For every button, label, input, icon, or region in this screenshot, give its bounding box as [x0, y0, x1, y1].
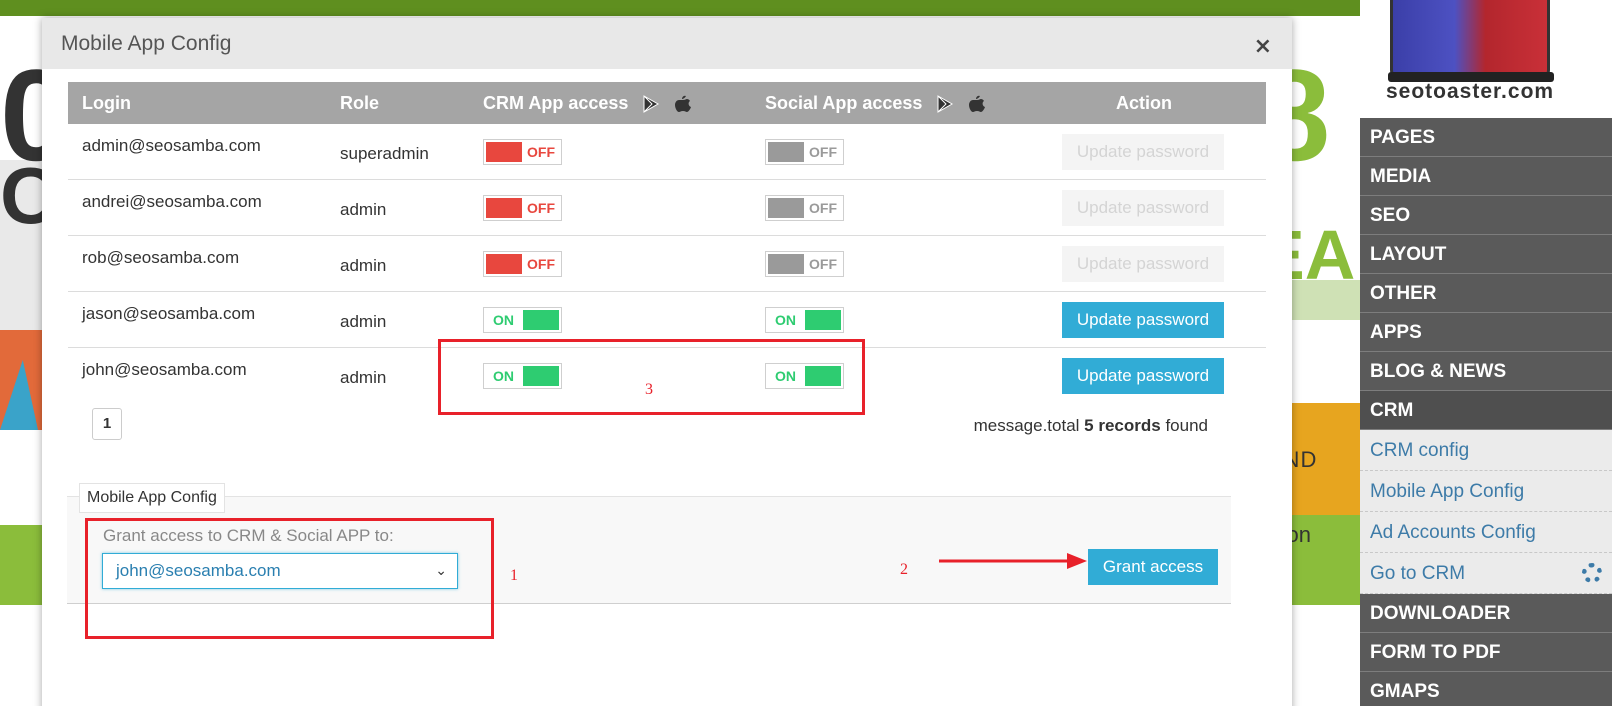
records-count: message.total 5 records found — [974, 416, 1208, 436]
user-login: john@seosamba.com — [82, 360, 247, 379]
social-access-toggle[interactable]: OFF — [765, 139, 844, 165]
toggle-state-label: ON — [775, 312, 796, 328]
sidebar-item-media[interactable]: MEDIA — [1360, 157, 1612, 196]
update-password-button[interactable]: Update password — [1062, 246, 1224, 282]
toggle-knob — [486, 142, 522, 162]
sidebar-item-other[interactable]: OTHER — [1360, 274, 1612, 313]
toggle-state-label: OFF — [527, 256, 555, 272]
toaster-logo-icon — [1390, 0, 1550, 80]
user-login: rob@seosamba.com — [82, 248, 240, 267]
go-to-crm-label: Go to CRM — [1370, 563, 1466, 584]
sidebar-item-seo[interactable]: SEO — [1360, 196, 1612, 235]
update-password-button[interactable]: Update password — [1062, 302, 1224, 338]
update-password-button[interactable]: Update password — [1062, 358, 1224, 394]
column-header-role: Role — [340, 93, 380, 113]
crm-access-toggle[interactable]: OFF — [483, 139, 562, 165]
sidebar-item-crm[interactable]: CRM — [1360, 391, 1612, 430]
user-login: admin@seosamba.com — [82, 136, 261, 155]
toggle-state-label: OFF — [809, 256, 837, 272]
gear-icon — [1582, 563, 1602, 583]
toggle-state-label: ON — [493, 312, 514, 328]
table-row: rob@seosamba.com admin OFF OFF Update pa… — [68, 236, 1266, 292]
sidebar-item-blog-news[interactable]: BLOG & NEWS — [1360, 352, 1612, 391]
fieldset-legend: Mobile App Config — [79, 483, 225, 513]
user-login: andrei@seosamba.com — [82, 192, 262, 211]
sidebar-item-apps[interactable]: APPS — [1360, 313, 1612, 352]
user-role: admin — [340, 368, 387, 387]
sidebar-item-layout[interactable]: LAYOUT — [1360, 235, 1612, 274]
annotation-box-3 — [438, 339, 865, 415]
toggle-state-label: OFF — [809, 144, 837, 160]
social-access-toggle[interactable]: OFF — [765, 251, 844, 277]
apple-icon — [675, 95, 692, 113]
logo-text: seotoaster.com — [1386, 80, 1555, 103]
user-login: jason@seosamba.com — [82, 304, 256, 323]
column-header-social-label: Social App access — [765, 93, 923, 113]
column-header-login: Login — [82, 93, 131, 113]
google-play-icon — [643, 95, 660, 114]
logo-area: seotoaster.com — [1360, 0, 1612, 118]
toggle-knob — [486, 254, 522, 274]
sidebar-subitem-crm-config[interactable]: CRM config — [1360, 430, 1612, 471]
toggle-state-label: OFF — [809, 200, 837, 216]
admin-sidebar: seotoaster.com PAGES MEDIA SEO LAYOUT OT… — [1360, 0, 1612, 706]
records-suffix: found — [1165, 416, 1208, 435]
toggle-knob — [768, 142, 804, 162]
annotation-number-1: 1 — [510, 567, 518, 584]
toggle-knob — [805, 310, 841, 330]
toggle-state-label: OFF — [527, 144, 555, 160]
user-role: admin — [340, 312, 387, 331]
annotation-box-1 — [85, 518, 494, 639]
bg-left-green-block — [0, 525, 42, 605]
annotation-number-3: 3 — [645, 381, 653, 398]
sidebar-subitem-go-to-crm[interactable]: Go to CRM — [1360, 553, 1612, 594]
sidebar-item-form-to-pdf[interactable]: FORM TO PDF — [1360, 633, 1612, 672]
bg-top-bar — [0, 0, 1360, 16]
sidebar-item-gmaps[interactable]: GMAPS — [1360, 672, 1612, 706]
sidebar-subitem-ad-accounts-config[interactable]: Ad Accounts Config — [1360, 512, 1612, 553]
table-row: admin@seosamba.com superadmin OFF OFF Up… — [68, 124, 1266, 180]
sidebar-subitem-mobile-app-config[interactable]: Mobile App Config — [1360, 471, 1612, 512]
records-total: 5 records — [1084, 416, 1161, 435]
pagination-page-button[interactable]: 1 — [92, 408, 122, 440]
column-header-action: Action — [1116, 93, 1172, 113]
toggle-knob — [768, 198, 804, 218]
crm-access-toggle[interactable]: OFF — [483, 251, 562, 277]
social-access-toggle[interactable]: OFF — [765, 195, 844, 221]
user-role: admin — [340, 200, 387, 219]
column-header-crm-label: CRM App access — [483, 93, 629, 113]
annotation-arrow-icon — [939, 553, 1087, 569]
records-prefix: message.total — [973, 416, 1080, 435]
user-role: admin — [340, 256, 387, 275]
sidebar-menu: PAGES MEDIA SEO LAYOUT OTHER APPS BLOG &… — [1360, 118, 1612, 706]
close-icon[interactable]: × — [1254, 34, 1272, 59]
table-header: Login Role CRM App access Social App acc… — [68, 82, 1266, 124]
grant-access-button[interactable]: Grant access — [1088, 549, 1218, 585]
toggle-knob — [523, 310, 559, 330]
sidebar-item-pages[interactable]: PAGES — [1360, 118, 1612, 157]
toggle-knob — [486, 198, 522, 218]
sidebar-item-downloader[interactable]: DOWNLOADER — [1360, 594, 1612, 633]
toggle-state-label: OFF — [527, 200, 555, 216]
table-row: andrei@seosamba.com admin OFF OFF Update… — [68, 180, 1266, 236]
social-access-toggle[interactable]: ON — [765, 307, 844, 333]
column-header-crm: CRM App access — [483, 93, 692, 114]
update-password-button[interactable]: Update password — [1062, 134, 1224, 170]
annotation-number-2: 2 — [900, 561, 908, 578]
google-play-icon — [937, 95, 954, 114]
apple-icon — [969, 95, 986, 113]
modal-header: Mobile App Config × — [42, 18, 1292, 69]
column-header-social: Social App access — [765, 93, 986, 114]
user-role: superadmin — [340, 144, 429, 163]
mobile-app-config-modal: Mobile App Config × Login Role CRM App a… — [42, 18, 1292, 706]
toggle-knob — [768, 254, 804, 274]
update-password-button[interactable]: Update password — [1062, 190, 1224, 226]
crm-access-toggle[interactable]: OFF — [483, 195, 562, 221]
modal-title: Mobile App Config — [61, 32, 232, 55]
crm-access-toggle[interactable]: ON — [483, 307, 562, 333]
